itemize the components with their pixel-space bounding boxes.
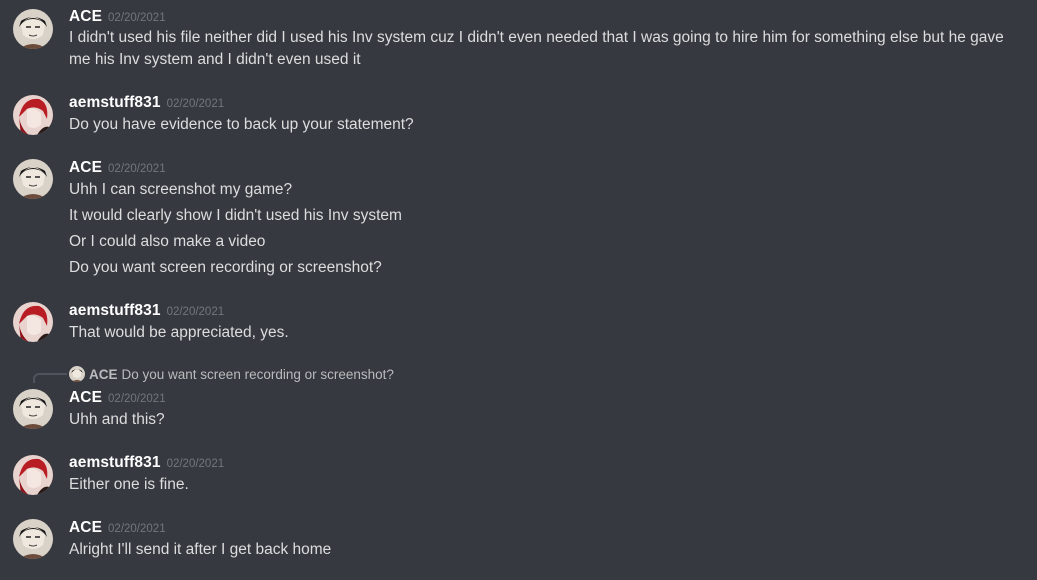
aem-avatar[interactable] bbox=[13, 95, 53, 135]
message-text: Do you have evidence to back up your sta… bbox=[69, 116, 414, 133]
timestamp: 02/20/2021 bbox=[108, 393, 166, 405]
ace-avatar[interactable] bbox=[13, 389, 53, 429]
message-text: Or I could also make a video bbox=[69, 233, 266, 250]
reply-reference[interactable]: ACE Do you want screen recording or scre… bbox=[69, 366, 394, 382]
author-name[interactable]: ACE bbox=[69, 159, 102, 176]
ace-avatar[interactable] bbox=[13, 519, 53, 559]
author-name[interactable]: aemstuff831 bbox=[69, 454, 161, 471]
message-text: I didn't used his file neither did I use… bbox=[69, 29, 1004, 46]
message-text: It would clearly show I didn't used his … bbox=[69, 207, 402, 224]
timestamp: 02/20/2021 bbox=[166, 458, 225, 470]
ace-avatar bbox=[69, 366, 85, 382]
message-text: Do you want screen recording or screensh… bbox=[69, 259, 382, 276]
author-name[interactable]: aemstuff831 bbox=[69, 94, 161, 111]
reply-connector bbox=[33, 373, 67, 383]
timestamp: 02/20/2021 bbox=[108, 523, 166, 535]
message-text: Either one is fine. bbox=[69, 476, 189, 493]
author-name[interactable]: ACE bbox=[69, 519, 102, 536]
author-name[interactable]: ACE bbox=[69, 8, 102, 25]
ace-avatar[interactable] bbox=[13, 159, 53, 199]
message-text: Uhh and this? bbox=[69, 411, 165, 428]
reply-author[interactable]: ACE bbox=[89, 367, 118, 382]
message-text: Alright I'll send it after I get back ho… bbox=[69, 541, 332, 558]
reply-text[interactable]: Do you want screen recording or screensh… bbox=[122, 367, 394, 382]
timestamp: 02/20/2021 bbox=[108, 12, 166, 24]
aem-avatar[interactable] bbox=[13, 302, 53, 342]
timestamp: 02/20/2021 bbox=[166, 306, 225, 318]
ace-avatar[interactable] bbox=[13, 9, 53, 49]
message-text: me his Inv system and I didn't even used… bbox=[69, 51, 361, 68]
author-name[interactable]: aemstuff831 bbox=[69, 302, 161, 319]
message-text: Uhh I can screenshot my game? bbox=[69, 181, 293, 198]
aem-avatar[interactable] bbox=[13, 455, 53, 495]
timestamp: 02/20/2021 bbox=[166, 98, 225, 110]
timestamp: 02/20/2021 bbox=[108, 163, 166, 175]
message-text: That would be appreciated, yes. bbox=[69, 324, 289, 341]
author-name[interactable]: ACE bbox=[69, 389, 102, 406]
